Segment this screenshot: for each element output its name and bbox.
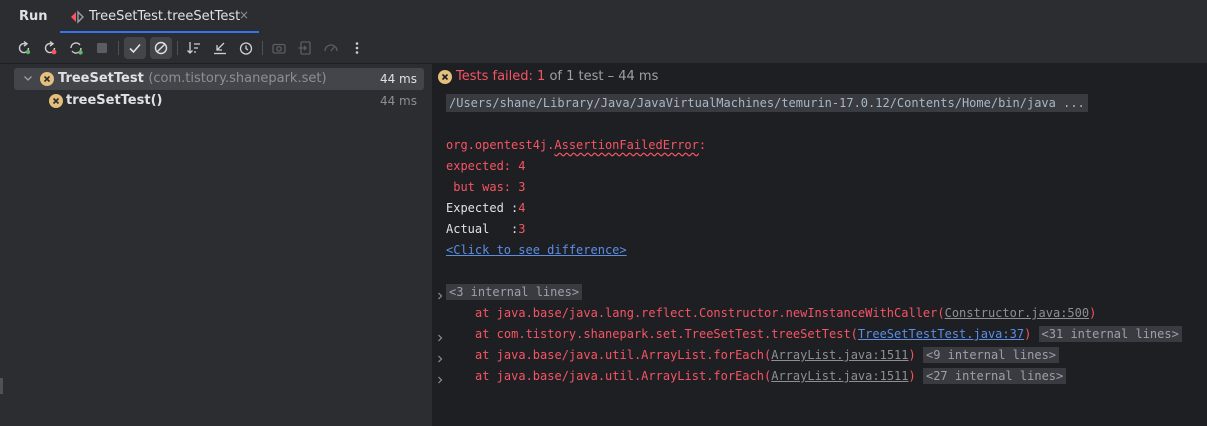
show-ignored-icon[interactable] [150,37,172,59]
error-header: org.opentest4j.AssertionFailedError: [446,138,706,152]
tool-window-header: Run TreeSetTest.treeSetTest × [0,0,1207,34]
source-link[interactable]: ArrayList.java:1511 [771,369,908,383]
internal-lines-fold[interactable]: <9 internal lines> [922,347,1060,363]
toolbar-separator [118,41,119,55]
stack-frame-close: ) [908,369,916,383]
toggle-auto-test-icon[interactable] [65,37,87,59]
history-icon[interactable] [235,37,257,59]
screenshot-icon[interactable] [268,37,290,59]
collapse-icon[interactable] [209,37,231,59]
status-text: Tests failed: 1 of 1 test – 44 ms [456,69,658,84]
source-link[interactable]: TreeSetTestTest.java:37 [858,327,1024,341]
sort-icon[interactable] [183,37,205,59]
scrollbar-handle[interactable] [0,378,3,394]
diff-row: <Click to see difference> [446,243,627,257]
tree-item-test-method[interactable]: treeSetTest() 44 ms [14,90,424,112]
command-line[interactable]: /Users/shane/Library/Java/JavaVirtualMac… [446,94,1088,112]
stack-frame-text: at java.base/java.lang.reflect.Construct… [475,306,945,320]
tab-run-configuration[interactable]: TreeSetTest.treeSetTest × [60,0,259,33]
tree-item-label: TreeSetTest (com.tistory.shanepark.set) [58,71,327,86]
error-package: org.opentest4j. [446,138,555,152]
run-toolbar [0,33,1207,64]
more-icon[interactable] [346,37,368,59]
stack-frame-text: at com.tistory.shanepark.set.TreeSetTest… [475,327,858,341]
test-duration: 44 ms [379,72,417,86]
expected-line: expected: 4 [446,159,526,173]
show-passed-icon[interactable] [124,37,146,59]
toolbar-separator [177,41,178,55]
rerun-failed-icon[interactable] [39,37,61,59]
status-prefix: Tests failed: [456,69,538,84]
chevron-right-icon[interactable] [436,289,444,300]
fold-row: <3 internal lines> [446,284,583,300]
source-link[interactable]: Constructor.java:500 [945,306,1090,320]
expected-label: Expected : [446,201,519,215]
test-class-package: (com.tistory.shanepark.set) [148,71,327,86]
actual-label: Actual : [446,222,519,236]
console-output: Tests failed: 1 of 1 test – 44 ms /Users… [433,64,1207,426]
panel-title: Run [19,9,48,24]
internal-lines-fold[interactable]: <31 internal lines> [1038,326,1182,342]
toolbar-separator [262,41,263,55]
internal-lines-fold[interactable]: <3 internal lines> [446,284,583,300]
test-method-name: treeSetTest() [66,93,163,108]
actual-value: 3 [518,222,526,236]
test-class-name: TreeSetTest [58,71,144,86]
chevron-right-icon[interactable] [436,331,444,342]
test-failed-icon [49,94,63,108]
stop-icon[interactable] [91,37,113,59]
stack-frame: at java.base/java.util.ArrayList.forEach… [475,347,1060,363]
tab-label: TreeSetTest.treeSetTest [89,9,241,24]
error-class[interactable]: AssertionFailedError [554,138,699,152]
stack-frame-text: at java.base/java.util.ArrayList.forEach… [475,348,772,362]
stack-frame-close: ) [1089,306,1097,320]
stack-frame: at java.base/java.lang.reflect.Construct… [475,306,1096,320]
status-suffix: of 1 test – 44 ms [545,69,659,84]
test-tree: TreeSetTest (com.tistory.shanepark.set) … [0,64,433,426]
diff-link[interactable]: <Click to see difference> [446,243,627,257]
chevron-down-icon[interactable] [22,72,34,84]
stack-frame-close: ) [908,348,916,362]
source-link[interactable]: ArrayList.java:1511 [771,348,908,362]
error-colon: : [698,138,707,152]
profile-icon[interactable] [320,37,342,59]
internal-lines-fold[interactable]: <27 internal lines> [922,368,1067,384]
actual-row: Actual :3 [446,222,525,236]
stack-frame-close: ) [1024,327,1032,341]
stack-frame: at com.tistory.shanepark.set.TreeSetTest… [475,326,1182,342]
test-failed-icon [438,70,452,84]
test-duration: 44 ms [379,94,417,108]
expected-value: 4 [518,201,526,215]
close-icon[interactable]: × [239,8,249,22]
command-text[interactable]: /Users/shane/Library/Java/JavaVirtualMac… [446,94,1088,112]
expected-row: Expected :4 [446,201,525,215]
test-config-icon [69,10,85,24]
test-failed-icon [40,72,54,86]
export-icon[interactable] [294,37,316,59]
rerun-icon[interactable] [13,37,35,59]
but-was-line: but was: 3 [446,180,526,194]
stack-frame-text: at java.base/java.util.ArrayList.forEach… [475,369,772,383]
chevron-right-icon[interactable] [436,373,444,384]
tree-item-test-class[interactable]: TreeSetTest (com.tistory.shanepark.set) … [14,68,424,90]
stack-frame: at java.base/java.util.ArrayList.forEach… [475,368,1067,384]
chevron-right-icon[interactable] [436,352,444,363]
